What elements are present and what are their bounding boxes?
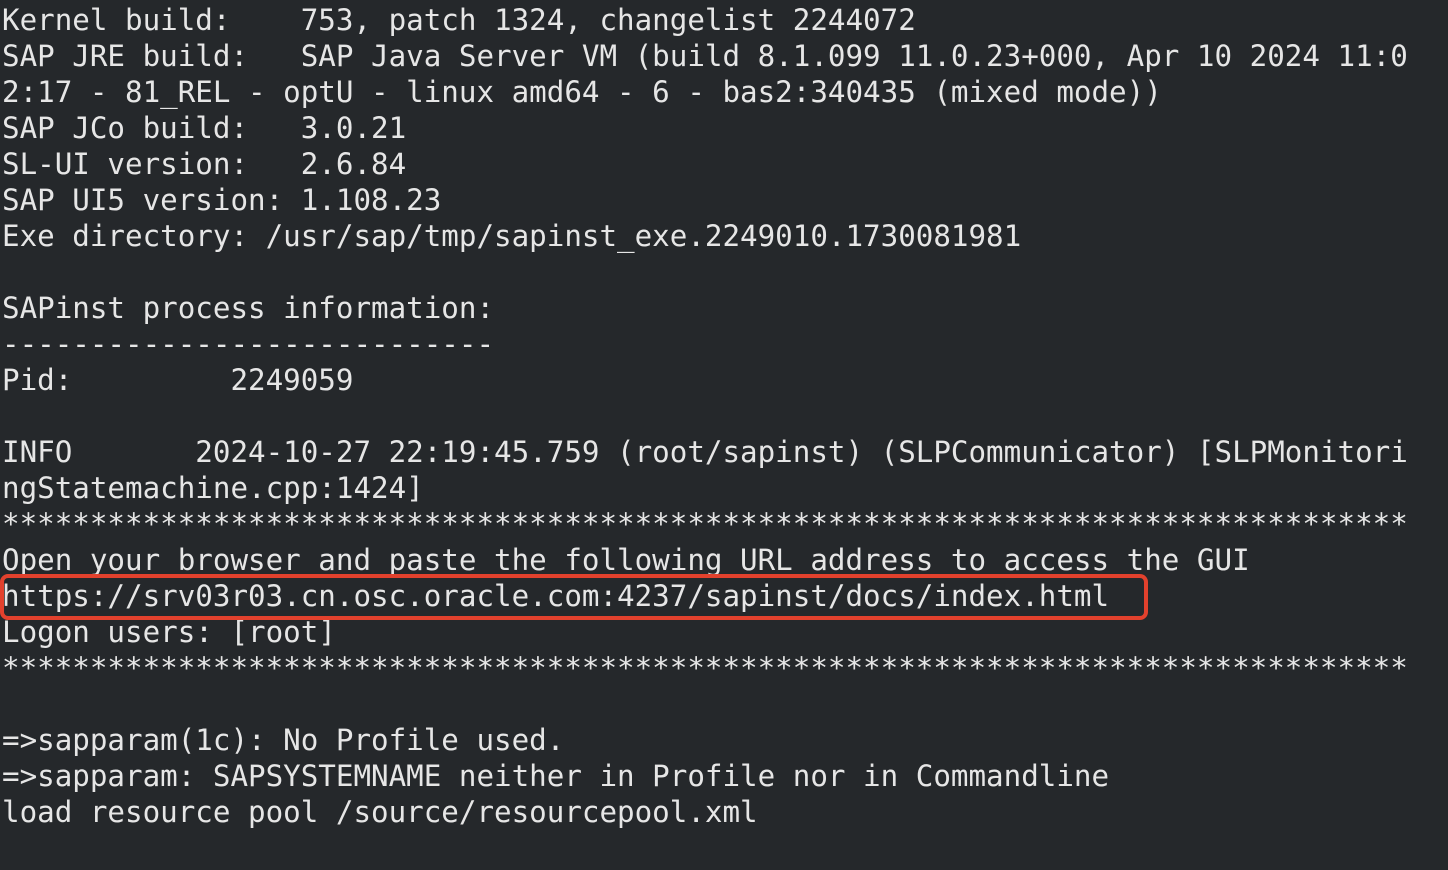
- load-resource-pool-line: load resource pool /source/resourcepool.…: [2, 795, 758, 829]
- info-log-line: INFO 2024-10-27 22:19:45.759 (root/sapin…: [2, 435, 1408, 469]
- exe-directory-line: Exe directory: /usr/sap/tmp/sapinst_exe.…: [2, 219, 1022, 253]
- kernel-build-line: Kernel build: 753, patch 1324, changelis…: [2, 3, 916, 37]
- process-info-divider: ----------------------------: [2, 327, 495, 361]
- gui-url-line[interactable]: https://srv03r03.cn.osc.oracle.com:4237/…: [0, 578, 1448, 614]
- asterisk-divider-bottom: ****************************************…: [2, 651, 1408, 685]
- sap-ui5-version-line: SAP UI5 version: 1.108.23: [2, 183, 442, 217]
- asterisk-divider-top: ****************************************…: [2, 507, 1408, 541]
- info-log-line-continued: ngStatemachine.cpp:1424]: [2, 471, 424, 505]
- sap-jco-build-line: SAP JCo build: 3.0.21: [2, 111, 407, 145]
- process-info-heading: SAPinst process information:: [2, 291, 495, 325]
- sap-jre-build-line: SAP JRE build: SAP Java Server VM (build…: [2, 39, 1408, 73]
- logon-users-line: Logon users: [root]: [2, 615, 336, 649]
- open-browser-message: Open your browser and paste the followin…: [2, 543, 1250, 577]
- pid-line: Pid: 2249059: [2, 363, 354, 397]
- terminal-output: Kernel build: 753, patch 1324, changelis…: [0, 0, 1448, 870]
- sl-ui-version-line: SL-UI version: 2.6.84: [2, 147, 407, 181]
- sap-jre-build-line-continued: 2:17 - 81_REL - optU - linux amd64 - 6 -…: [2, 75, 1162, 109]
- sapparam-systemname-line: =>sapparam: SAPSYSTEMNAME neither in Pro…: [2, 759, 1110, 793]
- sapparam-profile-line: =>sapparam(1c): No Profile used.: [2, 723, 565, 757]
